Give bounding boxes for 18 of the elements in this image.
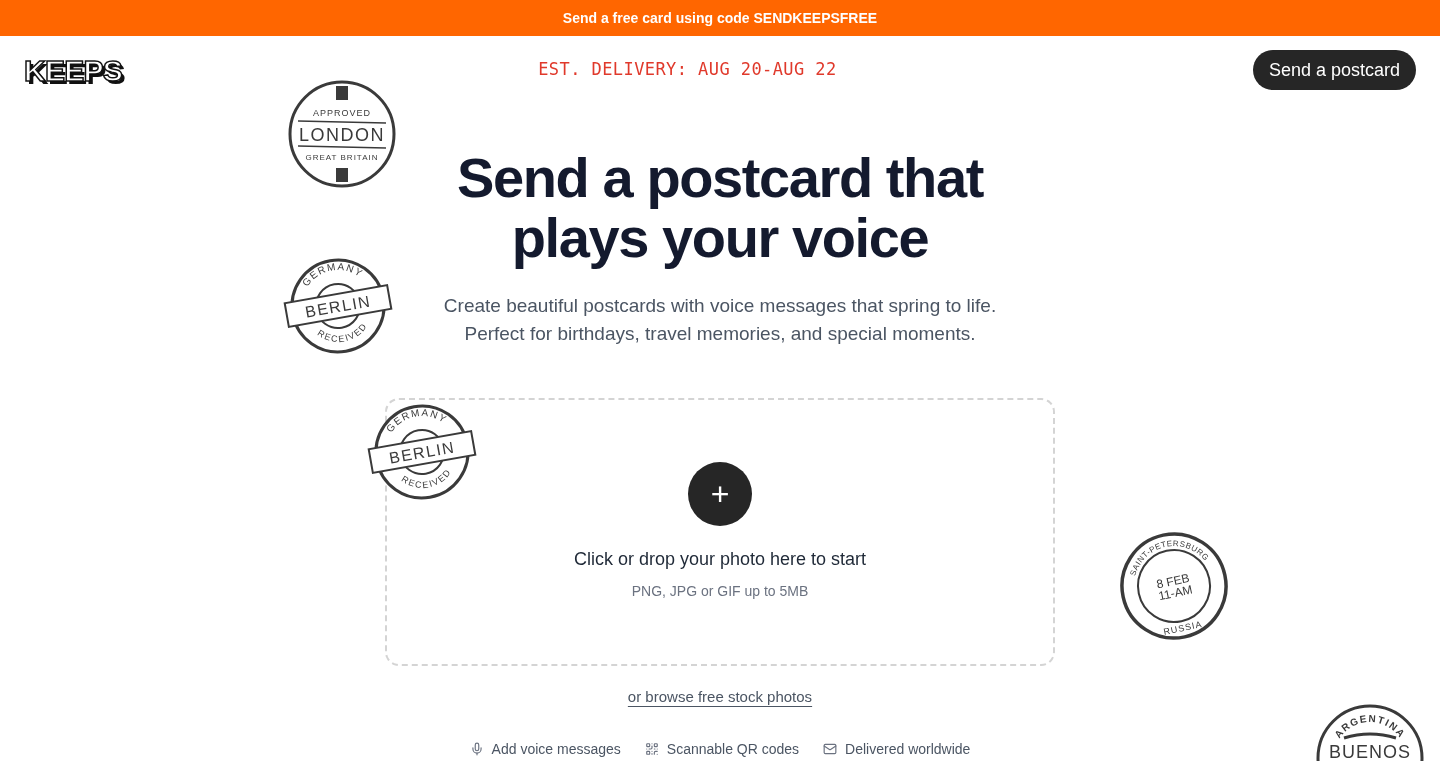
feature-label: Add voice messages (491, 739, 621, 759)
postmark-stamp: APPROVED LONDON GREAT BRITAIN (286, 78, 398, 190)
feature-label: Scannable QR codes (666, 739, 800, 759)
hero-title: Send a postcard that (457, 148, 983, 208)
send-postcard-button[interactable]: Send a postcard (1252, 50, 1416, 90)
qr-code-icon (644, 742, 659, 756)
upload-title: Click or drop your photo here to start (573, 548, 867, 571)
feature-label: Delivered worldwide (845, 739, 971, 759)
hero-subtitle: Create beautiful postcards with voice messages that spring to life. (443, 294, 997, 318)
envelope-icon (823, 742, 838, 756)
delivery-estimate: EST. DELIVERY: AUG 20-AUG 22 (538, 58, 837, 82)
add-photo-button[interactable]: + (688, 462, 752, 526)
hero-title: plays your voice (511, 208, 929, 268)
stock-photos-link[interactable]: or browse free stock photos (627, 686, 813, 709)
upload-hint: PNG, JPG or GIF up to 5MB (631, 582, 809, 601)
hero-subtitle: Perfect for birthdays, travel memories, and special moments. (464, 322, 976, 346)
microphone-icon (469, 742, 484, 756)
promo-text: Send a free card using code SENDKEEPSFREE (562, 8, 878, 28)
